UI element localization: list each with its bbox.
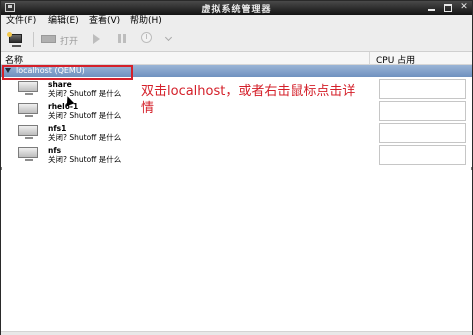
cpu-usage-graph	[379, 123, 466, 143]
star-icon	[7, 32, 12, 37]
annotation-text: 双击localhost，或者右击鼠标点击详情	[141, 84, 356, 116]
new-vm-button[interactable]	[7, 32, 25, 47]
play-icon	[93, 34, 100, 44]
vm-monitor-icon	[18, 125, 38, 139]
window-title: 虚拟系统管理器	[201, 5, 272, 15]
close-button[interactable]: ✕	[459, 3, 469, 12]
cpu-usage-graph	[379, 79, 466, 99]
column-divider[interactable]	[369, 52, 370, 64]
pause-button[interactable]	[117, 32, 127, 47]
resize-mark-right	[471, 167, 472, 170]
column-header: 名称 CPU 占用	[1, 52, 472, 66]
title-bar[interactable]: 虚拟系统管理器 ✕	[1, 1, 472, 15]
vm-monitor-icon	[18, 103, 38, 117]
vm-status: 关闭? Shutoff 是什么	[48, 155, 122, 164]
shutdown-dropdown[interactable]	[164, 32, 175, 47]
toolbar: 打开	[1, 28, 472, 52]
pause-icon-bar	[123, 34, 126, 43]
cpu-usage-graph	[379, 101, 466, 121]
menu-bar: 文件(F) 编辑(E) 查看(V) 帮助(H)	[1, 15, 472, 28]
status-bar	[1, 331, 472, 335]
run-button[interactable]	[91, 32, 103, 47]
vm-row[interactable]: nfs 关闭? Shutoff 是什么	[1, 144, 369, 166]
virt-manager-window: 虚拟系统管理器 ✕ 文件(F) 编辑(E) 查看(V) 帮助(H) 打开 名称 …	[0, 0, 473, 335]
shutdown-button[interactable]	[140, 32, 156, 47]
chevron-down-icon	[164, 33, 173, 42]
vm-status: 关闭? Shutoff 是什么	[48, 133, 122, 142]
open-label: 打开	[60, 37, 79, 47]
menu-view[interactable]: 查看(V)	[89, 16, 120, 27]
pause-icon	[118, 34, 121, 43]
monitor-icon	[41, 35, 56, 43]
toolbar-separator	[33, 32, 34, 47]
maximize-button[interactable]	[443, 3, 453, 12]
vm-monitor-icon	[18, 147, 38, 161]
open-button[interactable]: 打开	[41, 32, 81, 47]
vm-status: 关闭? Shutoff 是什么	[48, 111, 122, 120]
vm-monitor-icon	[18, 81, 38, 95]
minimize-button[interactable]	[427, 3, 437, 12]
resize-mark-left	[1, 167, 2, 170]
power-icon	[141, 32, 152, 43]
menu-help[interactable]: 帮助(H)	[130, 16, 162, 27]
vm-row[interactable]: nfs1 关闭? Shutoff 是什么	[1, 122, 369, 144]
cpu-usage-graph	[379, 145, 466, 165]
menu-edit[interactable]: 编辑(E)	[48, 16, 79, 27]
menu-file[interactable]: 文件(F)	[6, 16, 36, 27]
vm-status: 关闭? Shutoff 是什么	[48, 89, 122, 98]
